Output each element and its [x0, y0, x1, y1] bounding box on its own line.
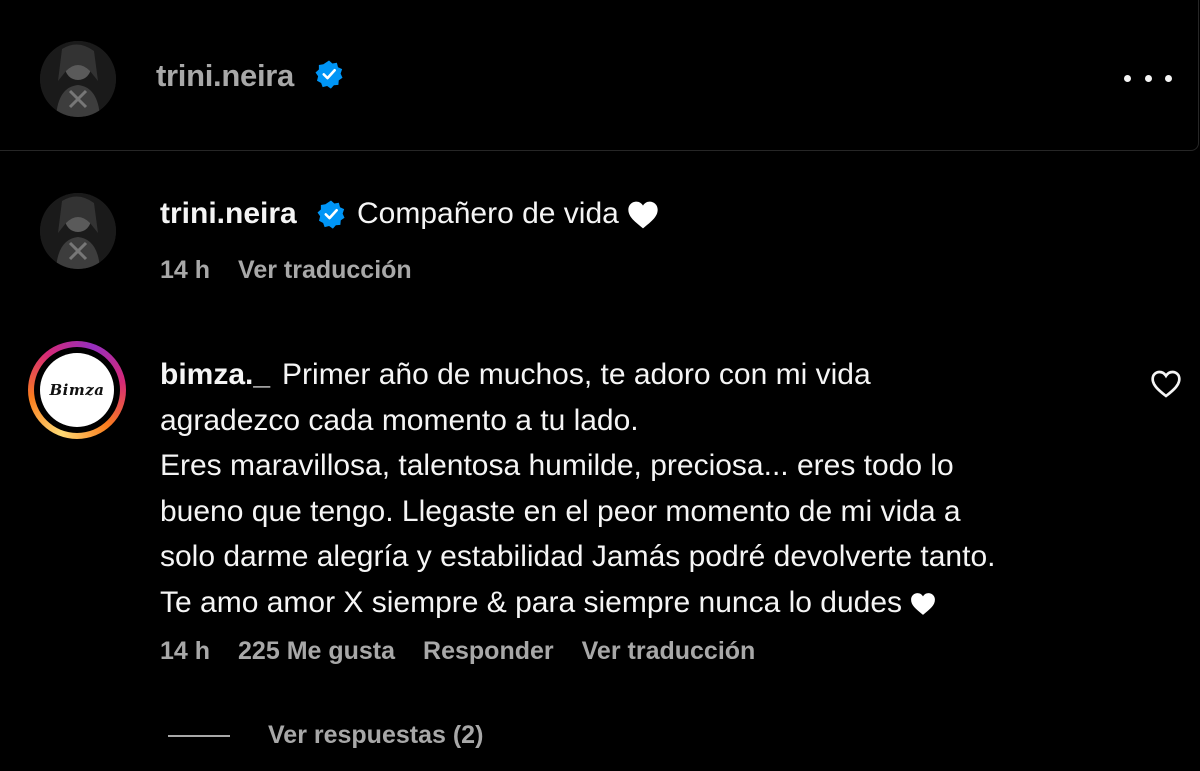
like-heart-icon[interactable] [1150, 369, 1182, 399]
comment-body: bimza._ Primer año de muchos, te adoro co… [160, 352, 1120, 625]
caption-text-body: Compañero de vida [357, 197, 619, 230]
caption-translate-link[interactable]: Ver traducción [238, 256, 412, 285]
more-options-button[interactable] [1124, 64, 1172, 92]
comment-time: 14 h [160, 637, 211, 665]
profile-photo-icon [40, 41, 116, 117]
comment-text-line-3: Eres maravillosa, talentosa humilde, pre… [160, 449, 954, 482]
view-replies-button[interactable]: Ver respuestas (2) [168, 721, 483, 750]
caption-meta: 14 h Ver traducción [160, 256, 412, 285]
post-header: trini.neira [0, 0, 1199, 151]
comment-text-line-4: bueno que tengo. Llegaste en el peor mom… [160, 494, 961, 528]
comment-likes-link[interactable]: 225 Me gusta [238, 637, 395, 666]
header-username[interactable]: trini.neira [156, 58, 294, 94]
dot [1124, 74, 1131, 82]
comment-text-line-5: solo darme alegría y estabilidad Jamás p… [160, 540, 996, 573]
caption-username[interactable]: trini.neira [160, 197, 297, 231]
dot [1144, 74, 1152, 82]
avatar-logo-text: Bimza [49, 381, 105, 399]
replies-divider [168, 734, 230, 737]
profile-photo-icon [40, 193, 116, 269]
comment-meta: 14 h 225 Me gusta Responder Ver traducci… [160, 637, 755, 666]
comment-line: bimza._ Primer año de muchos, te adoro co… [160, 352, 1120, 398]
comment-text-line-6: Te amo amor X siempre & para siempre nun… [160, 585, 903, 619]
story-ring[interactable]: Bimza [28, 341, 126, 439]
comment-avatar[interactable]: Bimza [40, 353, 114, 427]
comment-text-line-1: Primer año de muchos, te adoro con mi vi… [282, 358, 871, 391]
reply-button[interactable]: Responder [423, 637, 554, 666]
view-replies-label: Ver respuestas (2) [268, 721, 484, 749]
verified-badge-icon [317, 200, 345, 229]
comment-translate-link[interactable]: Ver traducción [582, 637, 756, 666]
caption-avatar[interactable] [40, 193, 116, 269]
caption-time: 14 h [160, 256, 211, 284]
white-heart-icon [628, 201, 658, 229]
avatar[interactable] [40, 41, 116, 117]
white-heart-icon [911, 592, 936, 615]
caption-text: Compañero de vida [357, 197, 659, 231]
comment-text-line-2: agradezco cada momento a tu lado. [160, 403, 639, 437]
story-ring-gap: Bimza [34, 347, 120, 433]
comment-line-last: Te amo amor X siempre & para siempre nun… [160, 580, 1120, 626]
verified-badge-icon [315, 60, 343, 89]
comment-username[interactable]: bimza._ [160, 358, 270, 391]
dot [1165, 74, 1172, 82]
